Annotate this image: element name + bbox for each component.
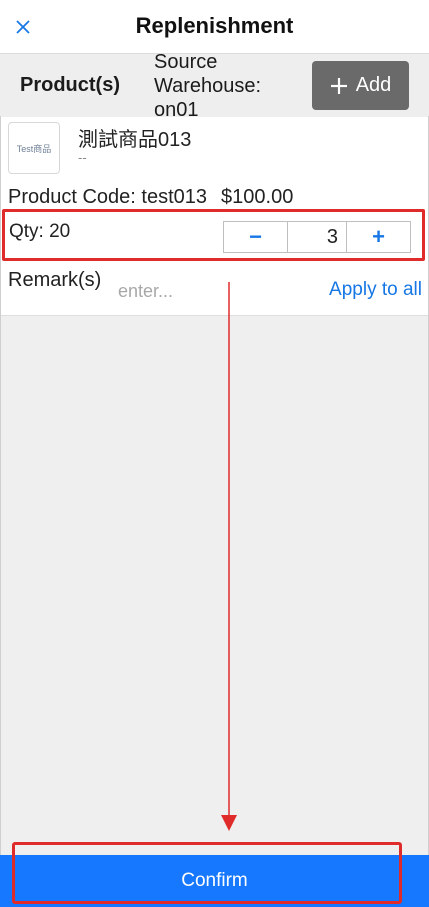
plus-icon: +: [372, 224, 385, 249]
footer-bar: Confirm: [0, 855, 429, 907]
products-label: Product(s): [20, 74, 120, 96]
plus-icon: [330, 77, 347, 94]
quantity-input[interactable]: [288, 222, 346, 252]
product-card: Test商品 測試商品013 -- Product Code: test013 …: [0, 117, 429, 316]
product-subtitle: --: [78, 150, 87, 165]
app-header: Replenishment: [0, 0, 429, 54]
product-code: Product Code: test013: [8, 186, 208, 208]
decrement-button[interactable]: −: [224, 222, 288, 252]
minus-icon: −: [249, 224, 262, 249]
remark-input[interactable]: [116, 277, 320, 305]
thumbnail-text: Test商品: [16, 143, 52, 154]
product-code-row: Product Code: test013 $100.00: [8, 186, 293, 209]
increment-button[interactable]: +: [346, 222, 410, 252]
product-thumbnail: Test商品: [8, 122, 60, 174]
confirm-button[interactable]: Confirm: [0, 855, 429, 907]
source-warehouse-label: Source Warehouse: on01: [154, 51, 262, 121]
apply-to-all-link[interactable]: Apply to all: [329, 279, 422, 301]
add-product-button[interactable]: Add: [312, 61, 409, 110]
quantity-stepper: − +: [223, 221, 411, 253]
page-title: Replenishment: [135, 13, 294, 38]
products-toolbar: Product(s) Source Warehouse: on01 Add: [0, 51, 429, 121]
product-name: 測試商品013: [78, 129, 192, 151]
quantity-label: Qty: 20: [9, 221, 71, 242]
left-divider: [0, 116, 1, 856]
remark-label: Remark(s): [8, 269, 102, 291]
quantity-row: Qty: 20 − +: [2, 209, 425, 261]
add-button-label: Add: [355, 74, 392, 96]
product-price: $100.00: [221, 186, 294, 208]
